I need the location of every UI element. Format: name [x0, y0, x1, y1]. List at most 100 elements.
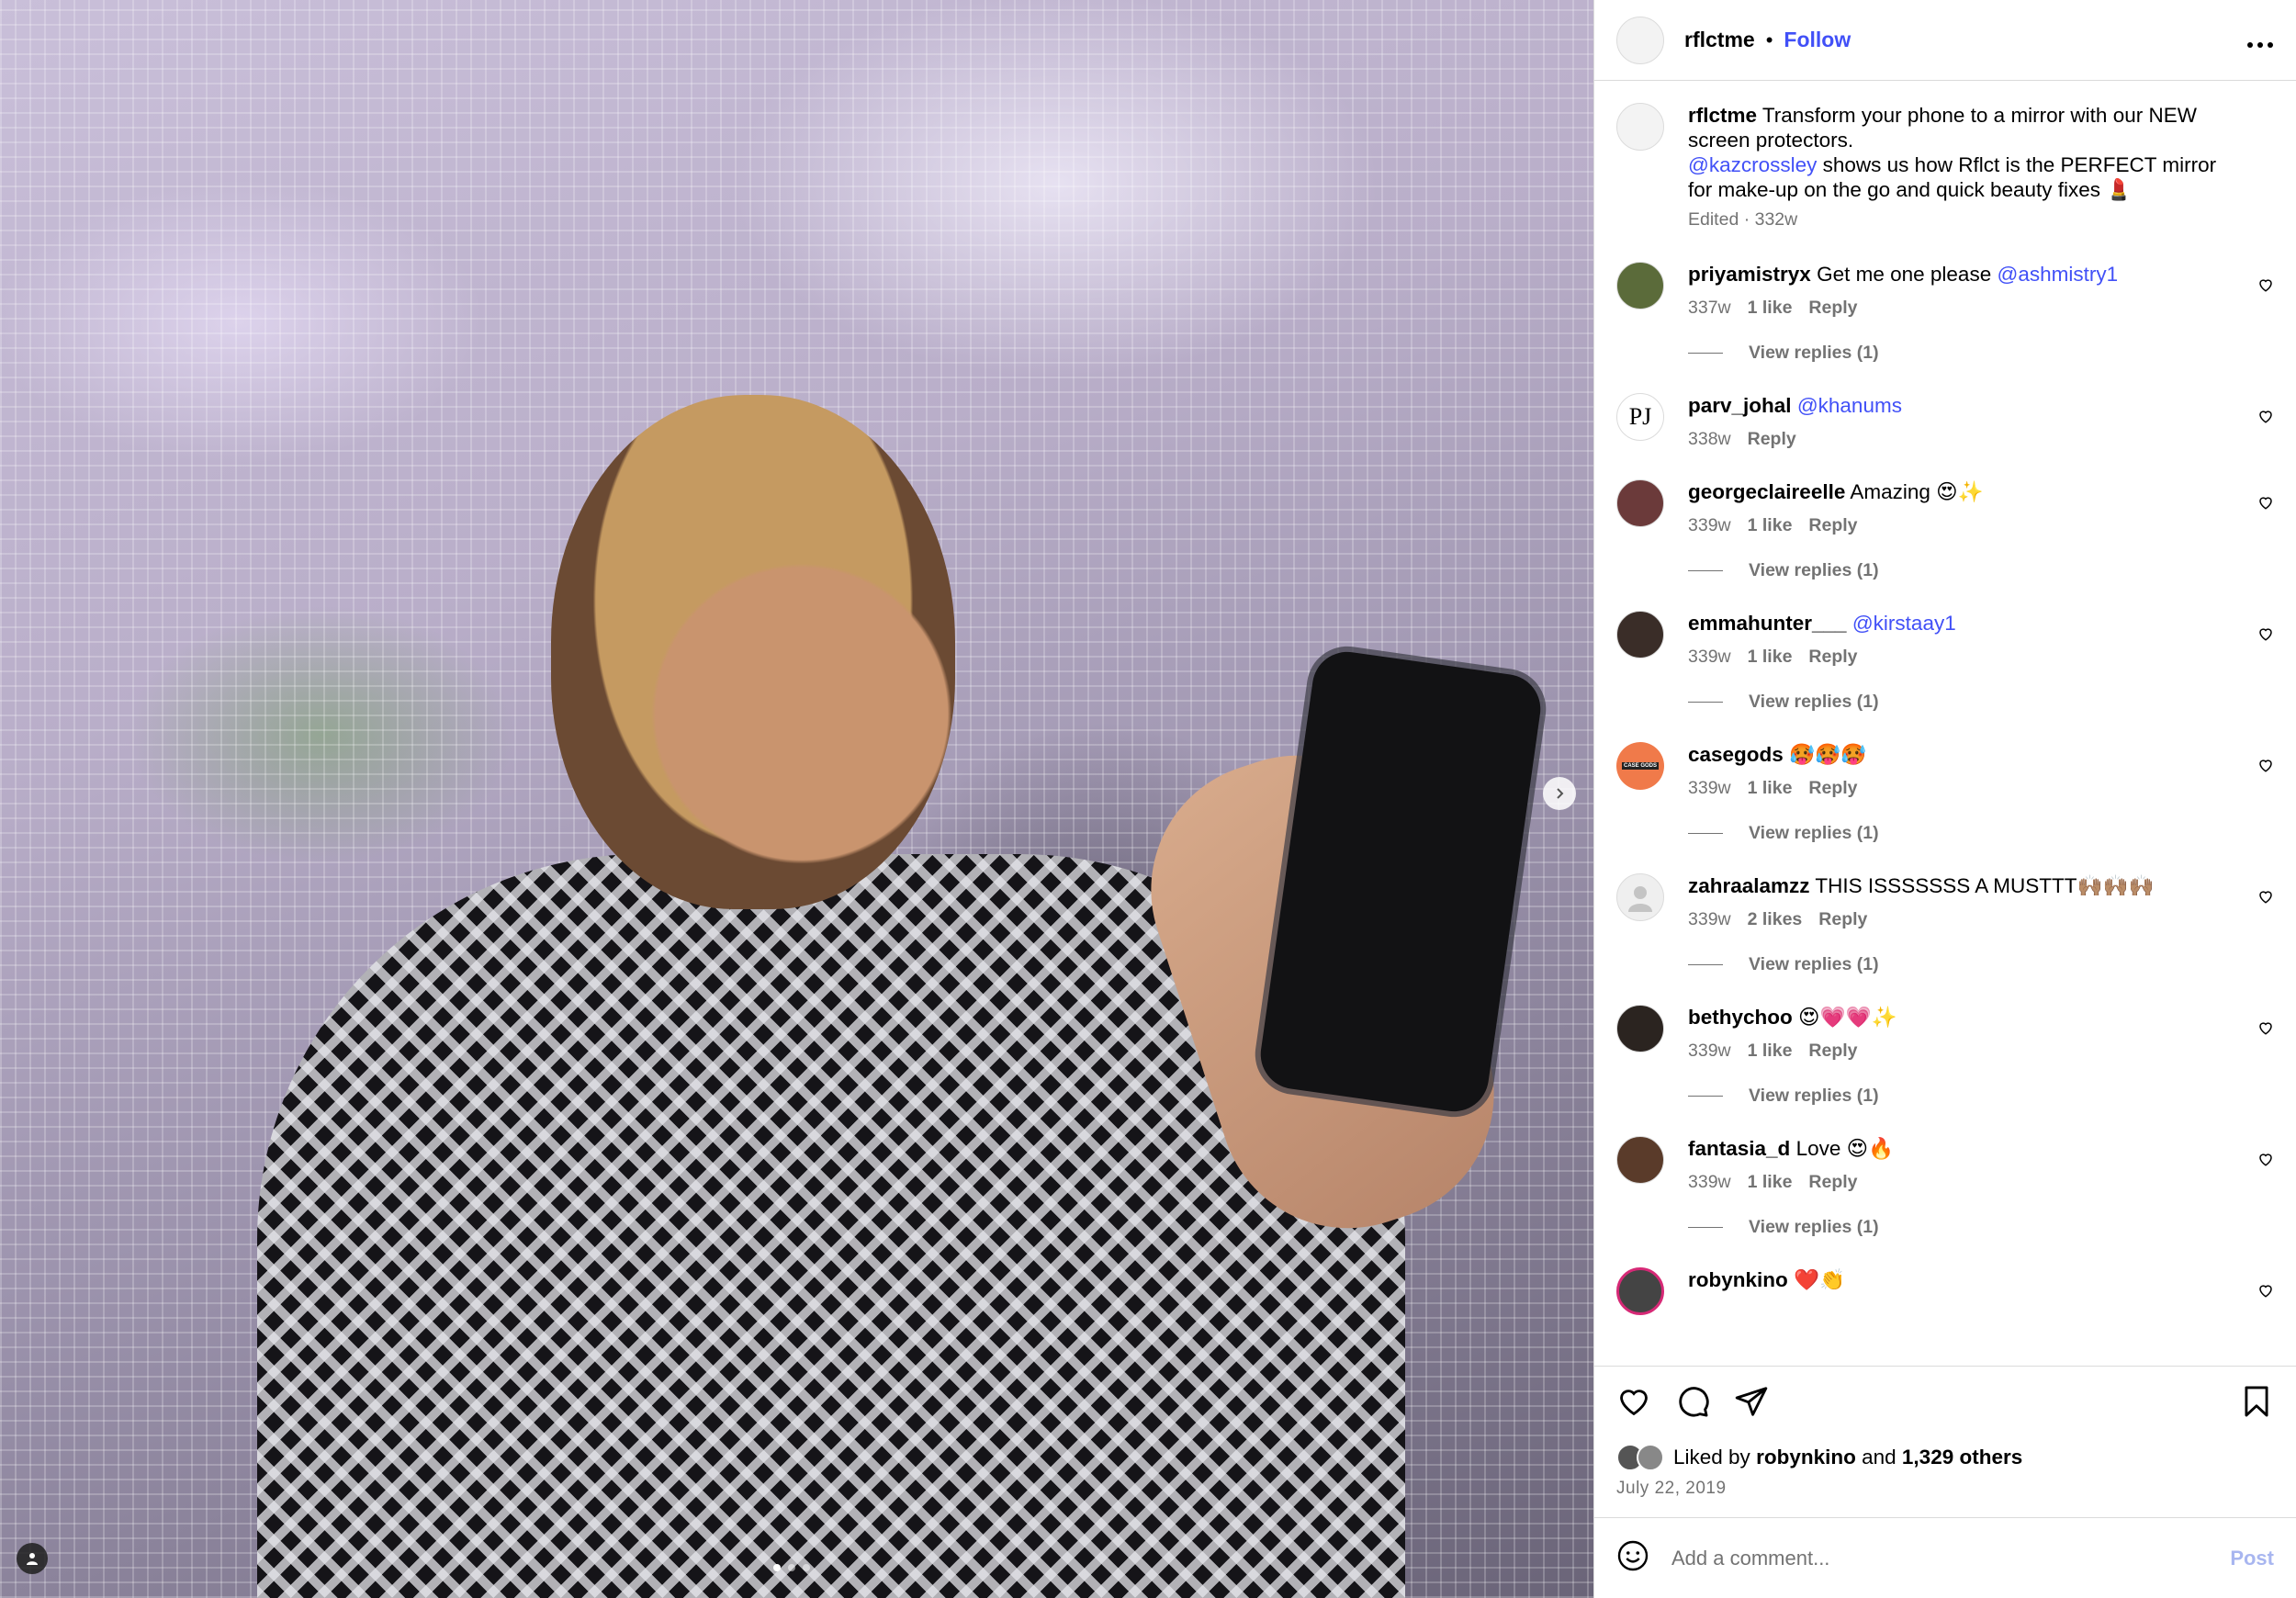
comment-reply-button[interactable]: Reply [1808, 515, 1857, 536]
comment-avatar[interactable] [1616, 1136, 1664, 1184]
share-icon [1735, 1386, 1768, 1416]
comment-username[interactable]: bethychoo [1688, 1006, 1793, 1029]
bookmark-icon [2245, 1386, 2268, 1416]
comment-username[interactable]: zahraalamzz [1688, 874, 1810, 897]
comment-like-count[interactable]: 1 like [1748, 298, 1793, 319]
view-replies-button[interactable]: View replies (1) [1688, 560, 2274, 581]
comment-avatar[interactable] [1616, 479, 1664, 527]
likes-user[interactable]: robynkino [1756, 1446, 1856, 1469]
comment-username[interactable]: robynkino [1688, 1268, 1788, 1291]
comment-username[interactable]: emmahunter___ [1688, 612, 1847, 635]
comment-reply-button[interactable]: Reply [1808, 298, 1857, 319]
comment-username[interactable]: priyamistryx [1688, 263, 1811, 286]
comment-username[interactable]: fantasia_d [1688, 1137, 1790, 1160]
author-username[interactable]: rflctme [1684, 28, 1755, 52]
comment-block: georgeclaireelle Amazing 😍✨ 339w 1 like … [1616, 479, 2274, 581]
comment-like-button[interactable] [2257, 888, 2274, 909]
comment-reply-button[interactable]: Reply [1808, 778, 1857, 799]
comment-block: emmahunter___ @kirstaay1 339w 1 like Rep… [1616, 611, 2274, 713]
comment-like-button[interactable] [2257, 408, 2274, 429]
comment-like-count[interactable]: 1 like [1748, 1041, 1793, 1062]
view-replies-button[interactable]: View replies (1) [1688, 1086, 2274, 1107]
view-replies-line [1688, 702, 1723, 703]
comment-like-count[interactable]: 2 likes [1748, 909, 1803, 930]
comment-row: priyamistryx Get me one please @ashmistr… [1616, 262, 2274, 319]
more-options-button[interactable] [2246, 28, 2274, 53]
comment-avatar[interactable] [1616, 1005, 1664, 1052]
emoji-icon [1617, 1540, 1649, 1571]
comment-avatar[interactable] [1616, 611, 1664, 658]
comment-like-button[interactable] [2257, 1282, 2274, 1303]
heart-icon [2259, 891, 2272, 904]
heart-icon [2259, 411, 2272, 423]
comment-block: robynkino ❤️👏 [1616, 1267, 2274, 1315]
comment-reply-button[interactable]: Reply [1808, 1172, 1857, 1193]
caption-mention[interactable]: @kazcrossley [1688, 153, 1817, 176]
comment-like-button[interactable] [2257, 1151, 2274, 1172]
comment-like-button[interactable] [2257, 494, 2274, 515]
caption-avatar[interactable] [1616, 103, 1664, 151]
liker-avatar[interactable] [1637, 1444, 1664, 1471]
view-replies-button[interactable]: View replies (1) [1688, 692, 2274, 713]
comment-mention[interactable]: @kirstaay1 [1852, 612, 1956, 635]
caption-username[interactable]: rflctme [1688, 104, 1757, 127]
comment-input[interactable] [1670, 1545, 2231, 1571]
comment-username[interactable]: parv_johal [1688, 394, 1792, 417]
liker-avatars [1616, 1444, 1664, 1471]
comment-reply-button[interactable]: Reply [1748, 429, 1796, 450]
like-button[interactable] [1616, 1384, 1651, 1424]
likes-count[interactable]: 1,329 others [1902, 1446, 2022, 1469]
comments-list[interactable]: rflctme Transform your phone to a mirror… [1594, 81, 2296, 1366]
comment-username[interactable]: casegods [1688, 743, 1784, 766]
heart-icon [2259, 497, 2272, 510]
heart-icon [2259, 1285, 2272, 1298]
heart-icon [2259, 1153, 2272, 1166]
post-comment-button[interactable]: Post [2230, 1547, 2274, 1570]
comment-reply-button[interactable]: Reply [1808, 647, 1857, 668]
view-replies-button[interactable]: View replies (1) [1688, 1217, 2274, 1238]
comment-like-button[interactable] [2257, 757, 2274, 778]
save-button[interactable] [2239, 1384, 2274, 1424]
author-avatar[interactable] [1616, 16, 1664, 64]
view-replies-line [1688, 570, 1723, 571]
view-replies-button[interactable]: View replies (1) [1688, 343, 2274, 364]
comment-message: 😍💗💗✨ [1798, 1006, 1897, 1029]
next-media-button[interactable] [1543, 777, 1576, 810]
comment-meta: 339w 1 like Reply [1688, 647, 2237, 668]
comment-mention[interactable]: @ashmistry1 [1997, 263, 2118, 286]
comment-meta: 339w 1 like Reply [1688, 778, 2237, 799]
comment-meta: 337w 1 like Reply [1688, 298, 2237, 319]
comment-age: 339w [1688, 515, 1731, 535]
comment-avatar[interactable] [1616, 873, 1664, 921]
user-tag-button[interactable] [17, 1543, 48, 1574]
comment-avatar[interactable]: PJ [1616, 393, 1664, 441]
carousel-dot [803, 1564, 810, 1571]
post-media[interactable] [0, 0, 1593, 1598]
comment-avatar[interactable]: CASE GODS [1616, 742, 1664, 790]
comment-avatar[interactable] [1616, 1267, 1664, 1315]
view-replies-button[interactable]: View replies (1) [1688, 823, 2274, 844]
comment-reply-button[interactable]: Reply [1808, 1041, 1857, 1062]
comment-meta: 339w 1 like Reply [1688, 515, 2237, 536]
comment-like-button[interactable] [2257, 625, 2274, 647]
comment-mention[interactable]: @khanums [1797, 394, 1902, 417]
comment-like-count[interactable]: 1 like [1748, 1172, 1793, 1193]
emoji-button[interactable] [1616, 1539, 1649, 1577]
view-replies-button[interactable]: View replies (1) [1688, 954, 2274, 975]
follow-button[interactable]: Follow [1784, 28, 1851, 52]
comment-like-count[interactable]: 1 like [1748, 647, 1793, 668]
comment-row: fantasia_d Love 😍🔥 339w 1 like Reply [1616, 1136, 2274, 1193]
share-button[interactable] [1734, 1384, 1769, 1424]
comment-text: fantasia_d Love 😍🔥 [1688, 1136, 2237, 1161]
view-replies-label: View replies (1) [1749, 954, 1879, 974]
comment-avatar[interactable] [1616, 262, 1664, 309]
comment-like-button[interactable] [2257, 276, 2274, 298]
comment-reply-button[interactable]: Reply [1818, 909, 1867, 930]
comment-like-count[interactable]: 1 like [1748, 515, 1793, 536]
comment-like-button[interactable] [2257, 1019, 2274, 1041]
comment-button[interactable] [1675, 1384, 1710, 1424]
view-replies-line [1688, 353, 1723, 354]
comment-like-count[interactable]: 1 like [1748, 778, 1793, 799]
comment-username[interactable]: georgeclaireelle [1688, 480, 1845, 503]
view-replies-label: View replies (1) [1749, 560, 1879, 580]
